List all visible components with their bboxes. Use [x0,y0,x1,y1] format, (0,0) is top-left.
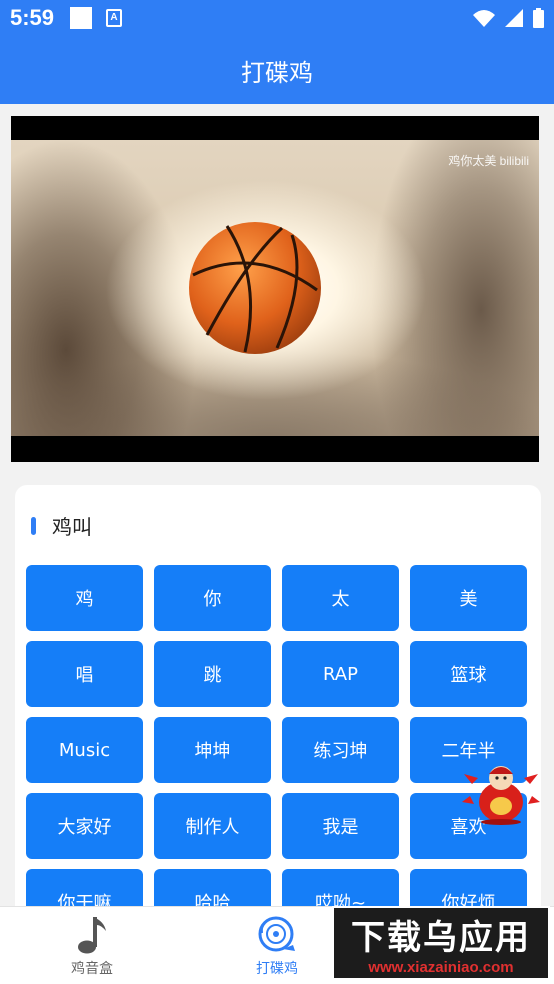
section-header: 鸡叫 [31,511,92,540]
watermark-title: 下载乌应用 [351,918,531,958]
basketball-icon [189,222,321,354]
sound-button[interactable]: 练习坤 [282,717,399,783]
red-envelope-mascot-icon[interactable] [462,762,540,826]
sound-button[interactable]: 太 [282,565,399,631]
section-accent-bar [31,516,36,535]
sound-button[interactable]: 跳 [154,641,271,707]
watermark-url: www.xiazainiao.com [368,959,514,976]
sound-button[interactable]: Music [26,717,143,783]
sound-button[interactable]: 制作人 [154,793,271,859]
video-watermark: 鸡你太美 bilibili [448,154,529,168]
sound-button[interactable]: 鸡 [26,565,143,631]
sound-button[interactable]: 唱 [26,641,143,707]
notification-square-icon [70,7,93,29]
sound-button[interactable]: RAP [282,641,399,707]
tab-dj-chicken[interactable]: 打碟鸡 [212,907,342,984]
sound-button[interactable]: 篮球 [410,641,527,707]
watermark-ad: 下载乌应用 www.xiazainiao.com [332,906,550,980]
status-time: 5:59 [10,5,55,30]
status-bar: 5:59 A [0,0,554,36]
signal-icon [505,9,523,27]
sound-button[interactable]: 我是 [282,793,399,859]
status-icons [473,8,544,28]
disc-icon [258,916,295,952]
page-title: 打碟鸡 [241,58,313,87]
tab-label: 打碟鸡 [256,961,298,977]
notification-a-icon: A [106,9,123,27]
video-player[interactable]: 鸡你太美 bilibili [11,116,539,462]
sound-button[interactable]: 美 [410,565,527,631]
tab-music-box[interactable]: 鸡音盒 [27,907,157,984]
battery-icon [533,8,544,28]
tab-label: 鸡音盒 [71,961,113,977]
sound-card: 鸡叫 鸡 你 太 美 唱 跳 RAP 篮球 Music 坤坤 练习坤 二年半 大… [15,485,541,935]
app-bar: 打碟鸡 [0,36,554,104]
sound-button[interactable]: 你 [154,565,271,631]
section-title: 鸡叫 [52,515,92,539]
wifi-icon [473,10,495,27]
music-note-icon [78,917,106,954]
sound-button-grid: 鸡 你 太 美 唱 跳 RAP 篮球 Music 坤坤 练习坤 二年半 大家好 … [26,565,530,935]
sound-button[interactable]: 坤坤 [154,717,271,783]
sound-button[interactable]: 大家好 [26,793,143,859]
